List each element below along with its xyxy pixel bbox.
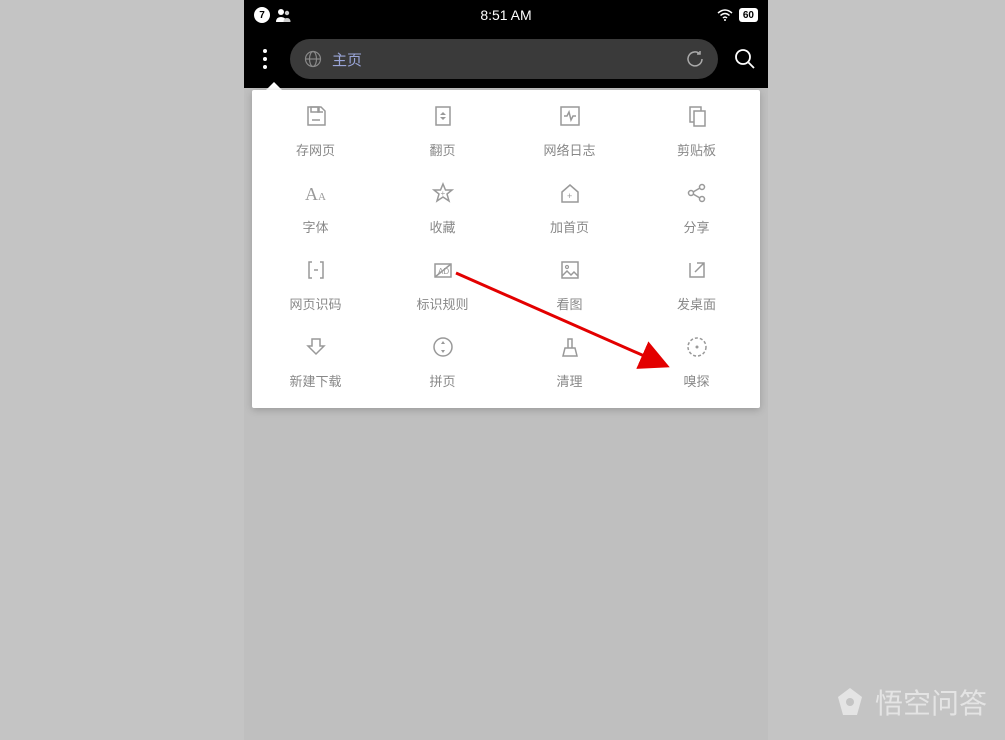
battery-indicator: 60 <box>739 8 758 22</box>
flip-page-icon <box>429 102 457 130</box>
menu-item-add-home[interactable]: + 加首页 <box>506 179 633 236</box>
notification-badge: 7 <box>254 7 270 23</box>
svg-text:+: + <box>440 189 445 198</box>
menu-label: 发桌面 <box>677 294 716 313</box>
clipboard-icon <box>683 102 711 130</box>
menu-item-save-page[interactable]: 存网页 <box>252 102 379 159</box>
menu-item-favorites[interactable]: + 收藏 <box>379 179 506 236</box>
menu-grid: 存网页 翻页 网络日志 剪贴板 <box>252 102 760 390</box>
menu-label: 翻页 <box>429 140 455 159</box>
activity-icon <box>556 102 584 130</box>
watermark-text: 悟空问答 <box>875 682 987 722</box>
home-plus-icon: + <box>556 179 584 207</box>
wifi-icon <box>717 9 733 21</box>
menu-label: 网页识码 <box>289 294 341 313</box>
menu-item-page-code[interactable]: 网页识码 <box>252 256 379 313</box>
menu-label: 剪贴板 <box>677 140 716 159</box>
menu-label: 字体 <box>302 217 328 236</box>
share-icon <box>683 179 711 207</box>
status-left: 7 <box>254 7 292 23</box>
star-plus-icon: + <box>429 179 457 207</box>
menu-button[interactable] <box>250 39 280 79</box>
device-frame: 7 8:51 AM 60 <box>244 0 768 740</box>
svg-text:+: + <box>567 191 572 201</box>
external-link-icon <box>683 256 711 284</box>
menu-label: 加首页 <box>550 217 589 236</box>
url-text: 主页 <box>332 49 676 70</box>
status-time: 8:51 AM <box>480 7 531 23</box>
menu-item-share[interactable]: 分享 <box>633 179 760 236</box>
menu-item-view-image[interactable]: 看图 <box>506 256 633 313</box>
font-icon: AA <box>302 179 330 207</box>
refresh-icon[interactable] <box>686 50 704 68</box>
menu-label: 收藏 <box>429 217 455 236</box>
menu-item-new-download[interactable]: 新建下载 <box>252 333 379 390</box>
search-button[interactable] <box>728 48 762 70</box>
menu-label: 存网页 <box>296 140 335 159</box>
svg-text:A: A <box>305 184 318 204</box>
dropdown-notch <box>266 82 282 90</box>
menu-label: 嗅探 <box>683 371 709 390</box>
menu-label: 网络日志 <box>543 140 595 159</box>
sniff-icon <box>683 333 711 361</box>
menu-item-sniff[interactable]: 嗅探 <box>633 333 760 390</box>
menu-item-font[interactable]: AA 字体 <box>252 179 379 236</box>
image-icon <box>556 256 584 284</box>
status-bar: 7 8:51 AM 60 <box>244 0 768 30</box>
globe-icon <box>304 50 322 68</box>
download-icon <box>302 333 330 361</box>
menu-item-flip-page[interactable]: 翻页 <box>379 102 506 159</box>
brackets-icon <box>302 256 330 284</box>
dropdown-panel: 存网页 翻页 网络日志 剪贴板 <box>252 90 760 408</box>
watermark-logo-icon <box>833 685 867 719</box>
save-icon <box>302 102 330 130</box>
menu-item-clipboard[interactable]: 剪贴板 <box>633 102 760 159</box>
menu-item-send-desktop[interactable]: 发桌面 <box>633 256 760 313</box>
menu-label: 分享 <box>683 217 709 236</box>
broom-icon <box>556 333 584 361</box>
adblock-icon: AD <box>429 256 457 284</box>
status-right: 60 <box>717 8 758 22</box>
menu-label: 标识规则 <box>416 294 468 313</box>
menu-item-merge-page[interactable]: 拼页 <box>379 333 506 390</box>
menu-label: 新建下载 <box>289 371 341 390</box>
nav-bar: 主页 <box>244 30 768 88</box>
menu-item-cleanup[interactable]: 清理 <box>506 333 633 390</box>
menu-label: 看图 <box>556 294 582 313</box>
svg-text:A: A <box>318 191 326 203</box>
search-icon <box>734 48 756 70</box>
menu-item-mark-rules[interactable]: AD 标识规则 <box>379 256 506 313</box>
merge-icon <box>429 333 457 361</box>
user-icon <box>276 8 292 22</box>
url-bar[interactable]: 主页 <box>290 39 718 79</box>
watermark: 悟空问答 <box>833 682 987 722</box>
menu-item-net-log[interactable]: 网络日志 <box>506 102 633 159</box>
menu-label: 清理 <box>556 371 582 390</box>
svg-text:AD: AD <box>438 267 449 276</box>
menu-label: 拼页 <box>429 371 455 390</box>
